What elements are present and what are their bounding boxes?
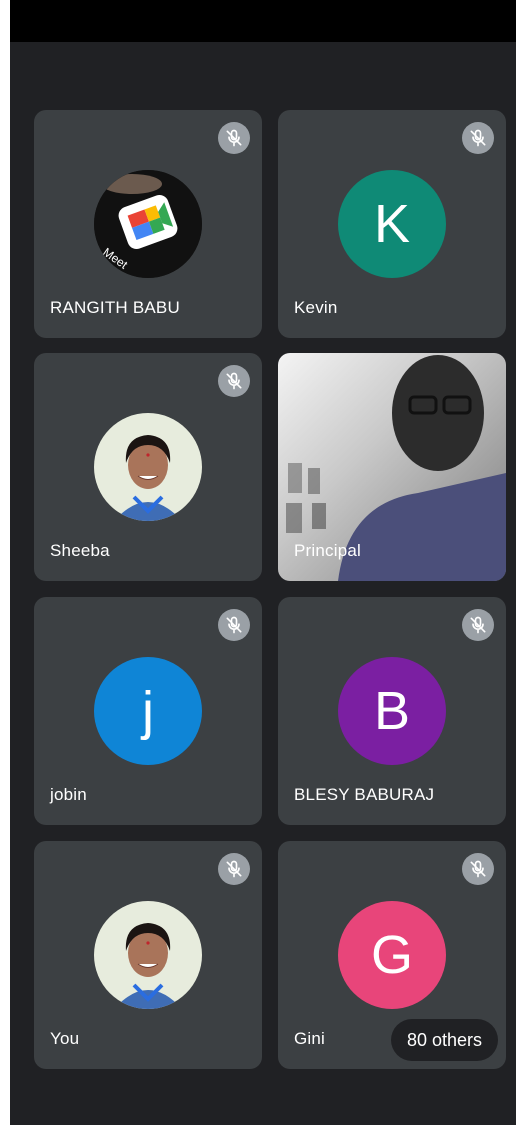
avatar: K — [338, 170, 446, 278]
google-meet-logo-icon: Meet — [94, 170, 202, 278]
avatar: G — [338, 901, 446, 1009]
participant-tile-sheeba[interactable]: Sheeba — [34, 353, 262, 581]
participant-name: You — [50, 1029, 80, 1048]
mic-off-icon — [218, 122, 250, 154]
avatar: B — [338, 657, 446, 765]
participant-tile-gini[interactable]: G Gini 80 others — [278, 841, 506, 1069]
avatar-photo — [94, 901, 202, 1009]
participant-name: BLESY BABURAJ — [294, 785, 435, 804]
participant-name: Sheeba — [50, 541, 110, 560]
participant-tile-jobin[interactable]: j jobin — [34, 597, 262, 825]
participant-tile-kevin[interactable]: K Kevin — [278, 110, 506, 338]
participant-name: Principal — [294, 541, 361, 560]
mic-off-icon — [218, 609, 250, 641]
avatar-photo — [94, 413, 202, 521]
participant-tile-principal[interactable]: Principal — [278, 353, 506, 581]
mic-off-icon — [218, 853, 250, 885]
participant-tile-blesy-baburaj[interactable]: B BLESY BABURAJ — [278, 597, 506, 825]
mic-off-icon — [462, 122, 494, 154]
mic-off-icon — [462, 609, 494, 641]
others-button[interactable]: 80 others — [390, 1019, 498, 1061]
participant-name: Gini — [294, 1029, 326, 1048]
meet-call-screen: Meet RANGITH BABU K Kevin Sheeba Princip… — [10, 0, 516, 1125]
participant-tile-you[interactable]: You — [34, 841, 262, 1069]
participant-tile-rangith-babu[interactable]: Meet RANGITH BABU — [34, 110, 262, 338]
status-bar — [10, 0, 516, 42]
mic-off-icon — [462, 853, 494, 885]
participant-name: Kevin — [294, 298, 338, 317]
mic-off-icon — [218, 365, 250, 397]
participant-name: jobin — [50, 785, 87, 804]
avatar: Meet — [94, 170, 202, 278]
participant-name: RANGITH BABU — [50, 298, 180, 317]
avatar: j — [94, 657, 202, 765]
